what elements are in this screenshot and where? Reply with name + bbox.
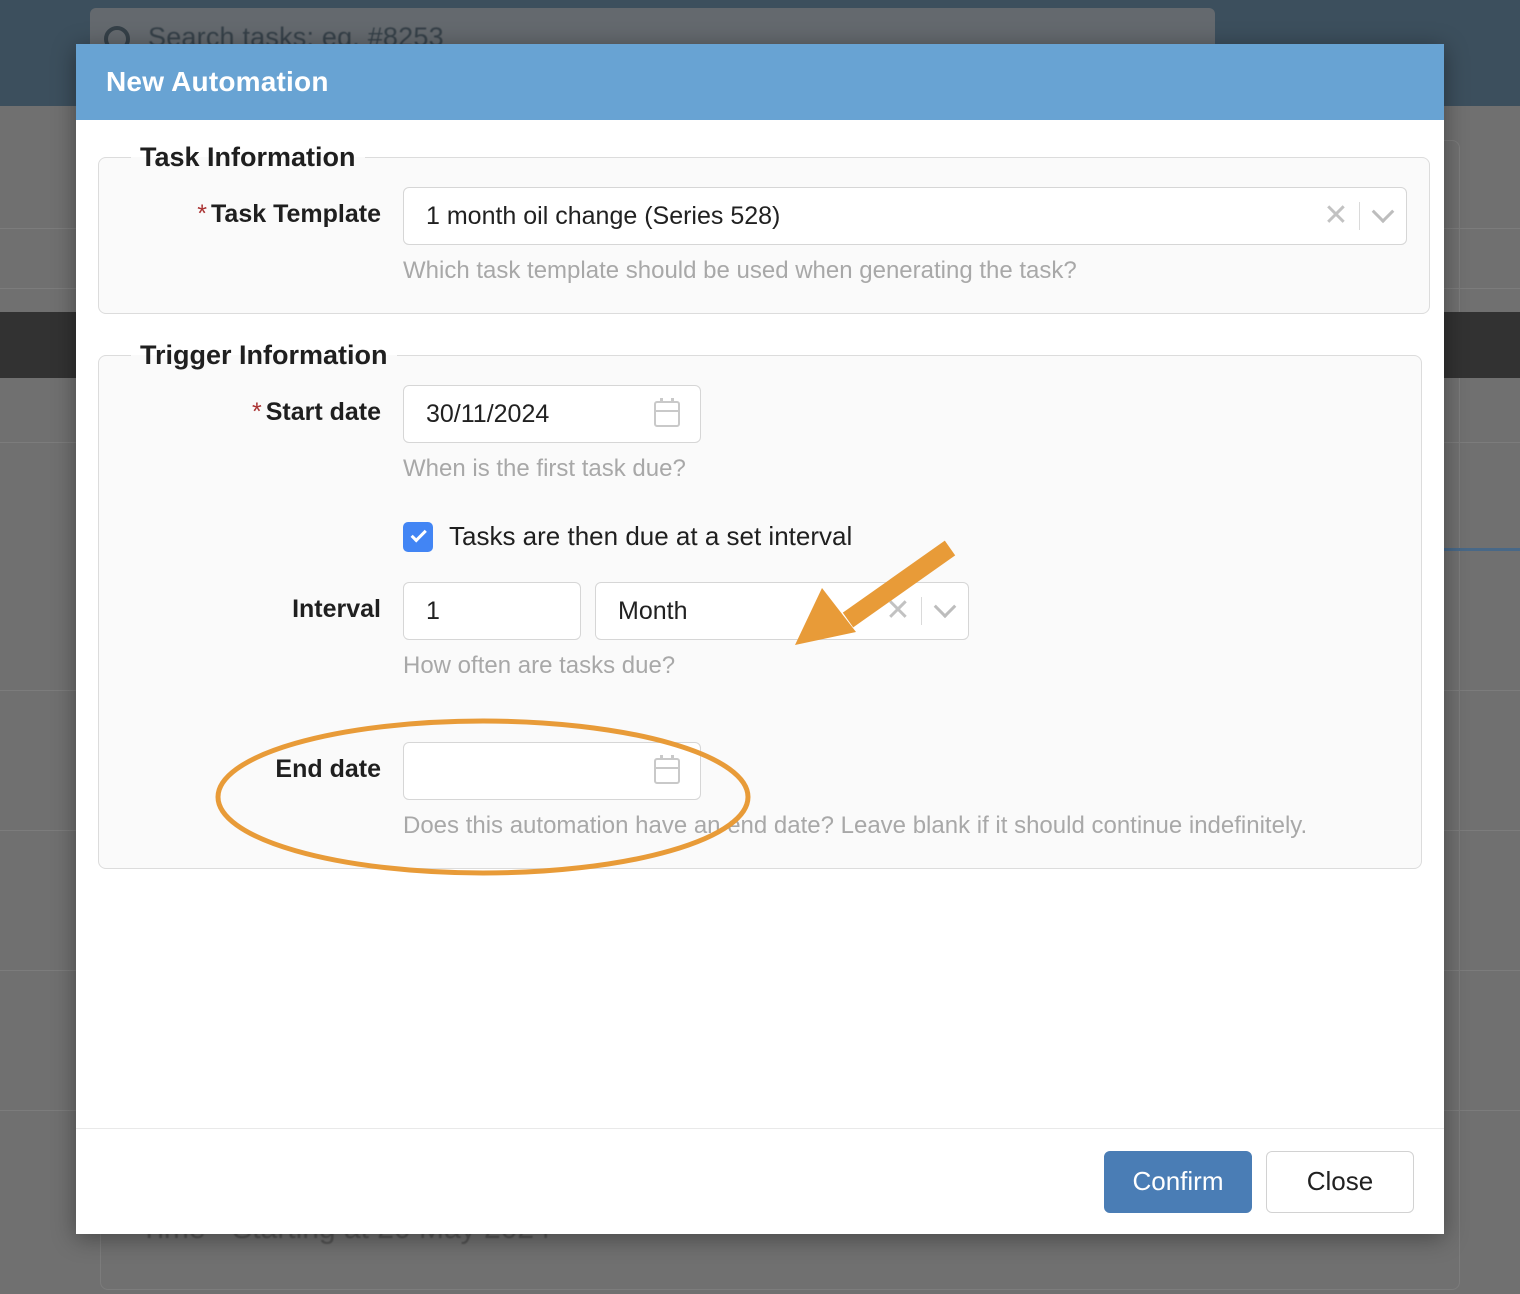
dialog-body: Task Information * Task Template 1 month … xyxy=(76,120,1444,1128)
new-automation-dialog: New Automation Task Information * Task Te… xyxy=(76,44,1444,1234)
end-date-hint: Does this automation have an end date? L… xyxy=(403,812,1308,839)
interval-label: Interval xyxy=(292,595,381,623)
calendar-icon[interactable] xyxy=(654,755,680,784)
required-asterisk: * xyxy=(251,398,262,426)
task-information-legend: Task Information xyxy=(140,142,356,172)
end-date-label: End date xyxy=(275,755,381,783)
start-date-input[interactable]: 30/11/2024 xyxy=(403,385,701,443)
interval-amount-value: 1 xyxy=(426,596,440,625)
task-template-hint: Which task template should be used when … xyxy=(403,257,1077,284)
end-date-control: Does this automation have an end date? L… xyxy=(403,742,1399,844)
start-date-value: 30/11/2024 xyxy=(426,399,550,428)
dialog-header: New Automation xyxy=(76,44,1444,120)
chevron-down-icon[interactable] xyxy=(1360,187,1406,245)
task-information-section: Task Information * Task Template 1 month … xyxy=(98,142,1430,314)
interval-hint: How often are tasks due? xyxy=(403,652,676,679)
interval-unit-value: Month xyxy=(618,596,688,625)
set-interval-checkbox-label: Tasks are then due at a set interval xyxy=(449,521,853,551)
task-template-select[interactable]: 1 month oil change (Series 528) ✕ xyxy=(403,187,1407,245)
end-date-input[interactable] xyxy=(403,742,701,800)
interval-control: 1 Month ✕ How often are tasks due? xyxy=(403,582,1399,684)
task-template-row: * Task Template 1 month oil change (Serie… xyxy=(121,187,1407,289)
task-template-value: 1 month oil change (Series 528) xyxy=(426,201,781,230)
task-template-control: 1 month oil change (Series 528) ✕ Which … xyxy=(403,187,1407,289)
interval-row: Interval 1 Month ✕ How often are tasks d… xyxy=(121,582,1399,684)
start-date-row: * Start date 30/11/2024 When is the first… xyxy=(121,385,1399,487)
calendar-icon[interactable] xyxy=(654,398,680,427)
required-asterisk: * xyxy=(197,200,208,228)
start-date-hint: When is the first task due? xyxy=(403,455,686,482)
interval-amount-input[interactable]: 1 xyxy=(403,582,581,640)
trigger-information-section: Trigger Information * Start date 30/11/20… xyxy=(98,340,1422,869)
dialog-title: New Automation xyxy=(106,66,329,97)
start-date-control: 30/11/2024 When is the first task due? xyxy=(403,385,1399,487)
interval-unit-select[interactable]: Month ✕ xyxy=(595,582,969,640)
set-interval-checkbox-row[interactable]: Tasks are then due at a set interval xyxy=(403,521,1399,552)
trigger-information-legend: Trigger Information xyxy=(140,340,388,370)
checkmark-icon xyxy=(410,526,427,543)
clear-icon[interactable]: ✕ xyxy=(875,582,921,640)
task-template-label: * Task Template xyxy=(121,187,403,229)
start-date-label-text: Start date xyxy=(265,398,381,426)
dialog-footer: Confirm Close xyxy=(76,1128,1444,1234)
clear-icon[interactable]: ✕ xyxy=(1313,187,1359,245)
close-button[interactable]: Close xyxy=(1266,1150,1414,1213)
start-date-label: * Start date xyxy=(121,385,403,427)
task-template-label-text: Task Template xyxy=(211,200,381,228)
interval-inputs: 1 Month ✕ xyxy=(403,582,1399,640)
end-date-row: End date Does this automation have an en… xyxy=(121,742,1399,844)
confirm-button[interactable]: Confirm xyxy=(1104,1150,1252,1213)
set-interval-checkbox[interactable] xyxy=(403,521,433,552)
chevron-down-icon[interactable] xyxy=(922,582,968,640)
